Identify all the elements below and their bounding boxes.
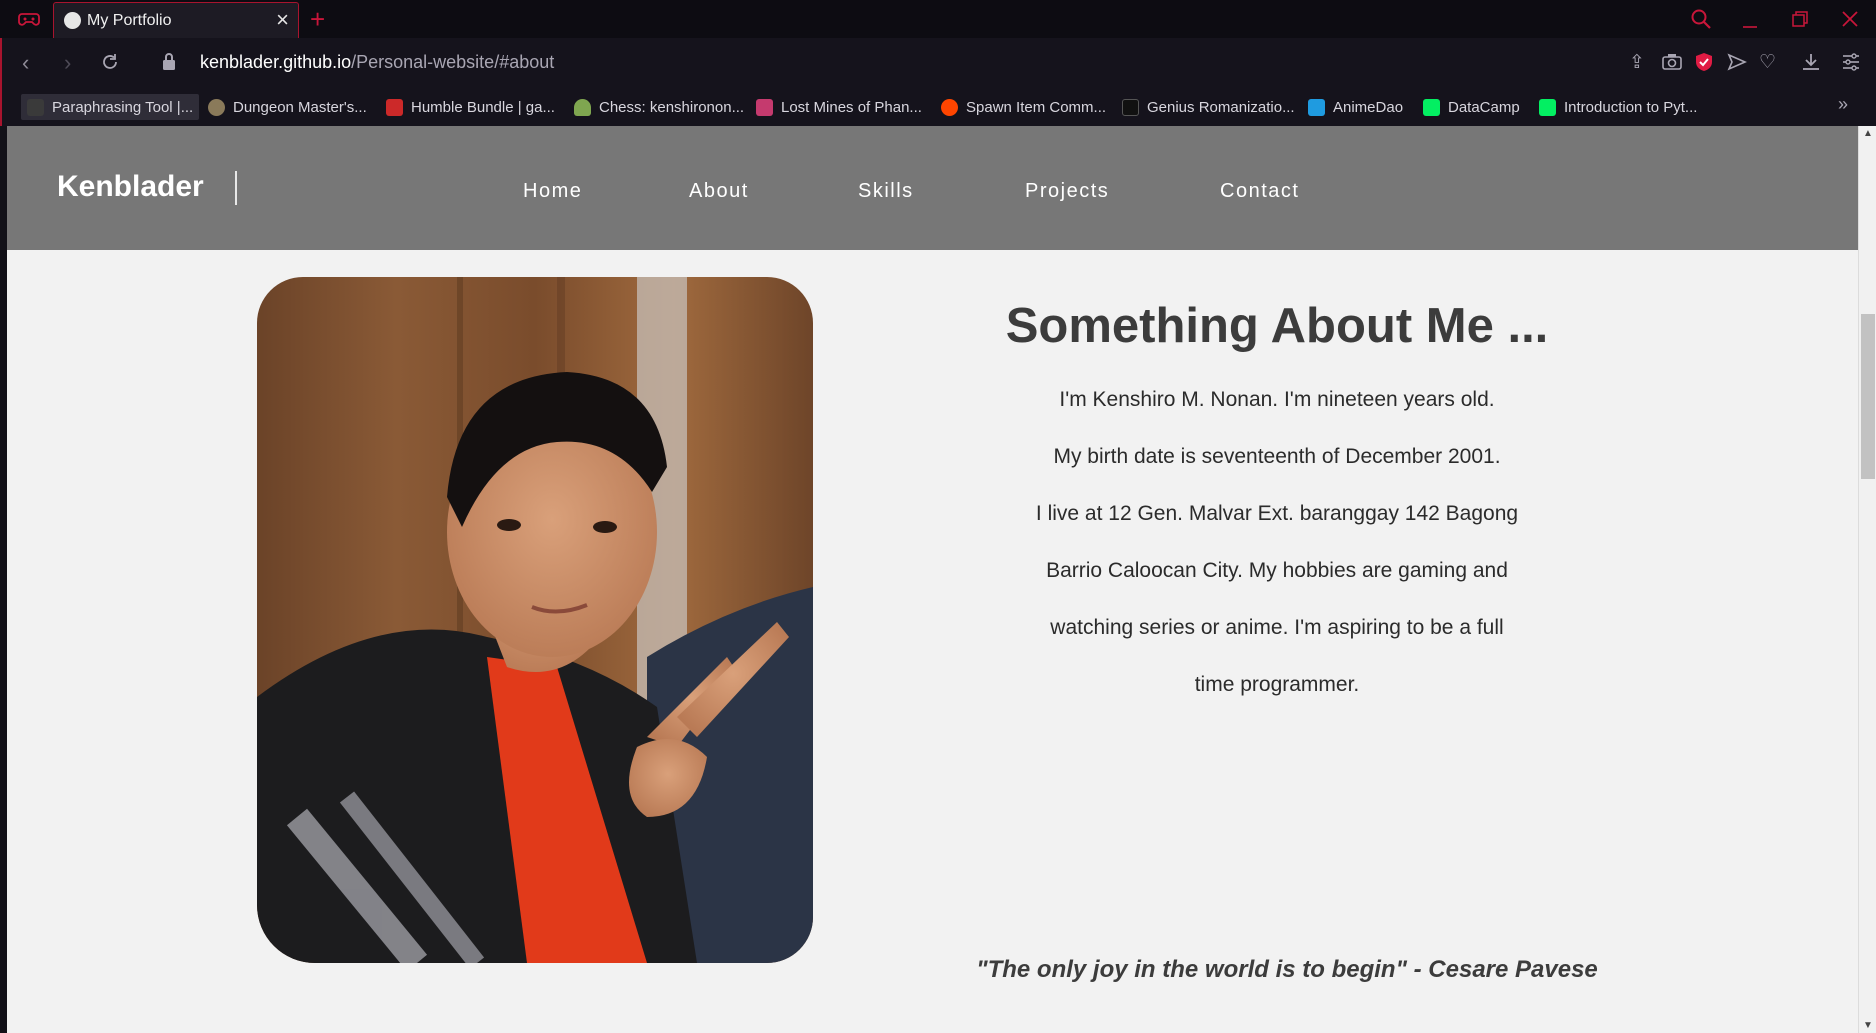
new-tab-button[interactable]: + [310, 4, 325, 35]
bio-line: I live at 12 Gen. Malvar Ext. baranggay … [1035, 502, 1519, 525]
bookmark-label: Humble Bundle | ga... [411, 98, 555, 116]
bio-line: I'm Kenshiro M. Nonan. I'm nineteen year… [1059, 388, 1495, 411]
camera-icon[interactable] [1662, 53, 1682, 71]
bookmark-label: Dungeon Master's... [233, 98, 367, 116]
humble-icon [386, 98, 403, 116]
close-tab-icon[interactable]: × [276, 9, 289, 31]
bookmark-item[interactable]: Dungeon Master's... [202, 94, 373, 120]
quote: "The only joy in the world is to begin" … [976, 956, 1598, 983]
bookmark-item[interactable]: Introduction to Pyt... [1533, 94, 1703, 120]
gx-controller-icon[interactable] [18, 10, 40, 28]
bookmark-item[interactable]: Paraphrasing Tool |... [21, 94, 200, 120]
browser-window: My Portfolio × + ‹ › kenblader.github.io… [0, 0, 1876, 1033]
forward-icon[interactable]: › [64, 50, 71, 76]
bookmarks-overflow-icon[interactable]: » [1838, 94, 1848, 115]
scroll-down-icon[interactable]: ▼ [1863, 1020, 1873, 1031]
animedao-icon [1308, 98, 1325, 116]
bio-line: watching series or anime. I'm aspiring t… [1050, 616, 1504, 639]
bookmark-label: Paraphrasing Tool |... [52, 98, 194, 116]
restore-icon[interactable] [1790, 9, 1810, 29]
bookmark-label: DataCamp [1448, 98, 1520, 116]
download-icon[interactable] [1802, 53, 1820, 71]
bookmark-item[interactable]: DataCamp [1417, 94, 1526, 120]
bookmark-item[interactable]: Genius Romanizatio... [1116, 94, 1301, 120]
scrollbar-thumb[interactable] [1861, 314, 1875, 479]
site-navbar: Kenblader Home About Skills Projects Con… [7, 126, 1858, 250]
bookmark-label: Spawn Item Comm... [966, 98, 1107, 116]
about-heading: Something About Me ... [1005, 299, 1549, 353]
url-field[interactable]: kenblader.github.io/Personal-website/#ab… [200, 52, 554, 73]
tab-my-portfolio[interactable]: My Portfolio × [53, 2, 299, 40]
minimize-icon[interactable] [1740, 10, 1760, 30]
heart-icon[interactable]: ♡ [1759, 51, 1776, 74]
bookmarks-bar: Paraphrasing Tool |... Dungeon Master's.… [0, 88, 1876, 126]
page-scrollbar[interactable]: ▲ ▼ [1858, 126, 1876, 1033]
easy-setup-icon[interactable] [1842, 53, 1860, 71]
bookmark-label: Genius Romanizatio... [1147, 98, 1295, 116]
bookmark-item[interactable]: Spawn Item Comm... [935, 94, 1112, 120]
bookmark-item[interactable]: AnimeDao [1302, 94, 1409, 120]
bookmark-label: Introduction to Pyt... [1564, 98, 1698, 116]
bookmark-label: Lost Mines of Phan... [781, 98, 922, 116]
bookmark-item[interactable]: Chess: kenshironon... [568, 94, 750, 120]
bookmark-item[interactable]: Lost Mines of Phan... [750, 94, 928, 120]
tab-title: My Portfolio [87, 12, 172, 29]
datacamp-icon [1423, 98, 1440, 116]
bio-line: time programmer. [1194, 673, 1360, 696]
adblock-shield-icon[interactable] [1695, 52, 1713, 72]
url-domain: kenblader.github.io [200, 52, 352, 72]
chess-pawn-icon [574, 98, 591, 116]
site-brand[interactable]: Kenblader [57, 170, 204, 204]
bio-line: Barrio Caloocan City. My hobbies are gam… [1046, 559, 1508, 582]
scroll-up-icon[interactable]: ▲ [1863, 128, 1873, 139]
lock-icon[interactable] [161, 52, 177, 72]
search-icon[interactable] [1690, 8, 1712, 30]
tab-strip: My Portfolio × + [0, 0, 1876, 40]
reload-icon[interactable] [100, 52, 120, 72]
profile-photo [257, 277, 813, 963]
share-icon[interactable]: ⇪ [1629, 51, 1645, 74]
bio-line: My birth date is seventeenth of December… [1053, 445, 1501, 468]
close-window-icon[interactable] [1840, 9, 1860, 29]
send-icon[interactable] [1727, 53, 1747, 71]
back-icon[interactable]: ‹ [22, 50, 29, 76]
page-viewport: Kenblader Home About Skills Projects Con… [7, 126, 1858, 1033]
nav-link-home[interactable]: Home [523, 180, 582, 203]
genius-icon [1122, 98, 1139, 116]
nav-link-projects[interactable]: Projects [1025, 180, 1109, 203]
datacamp-icon [1539, 98, 1556, 116]
feather-icon [27, 98, 44, 116]
nav-link-about[interactable]: About [689, 180, 749, 203]
url-path: /Personal-website/#about [351, 52, 555, 72]
dnd-icon [208, 98, 225, 116]
reddit-icon [941, 98, 958, 116]
bookmark-label: Chess: kenshironon... [599, 98, 745, 116]
globe-icon [64, 12, 81, 29]
nav-link-contact[interactable]: Contact [1220, 180, 1299, 203]
bookmark-item[interactable]: Humble Bundle | ga... [380, 94, 561, 120]
bookmark-label: AnimeDao [1333, 98, 1404, 116]
brand-divider [235, 171, 237, 205]
address-bar-row: ‹ › kenblader.github.io/Personal-website… [0, 38, 1876, 88]
dnd-beyond-icon [756, 98, 773, 116]
nav-link-skills[interactable]: Skills [858, 180, 914, 203]
